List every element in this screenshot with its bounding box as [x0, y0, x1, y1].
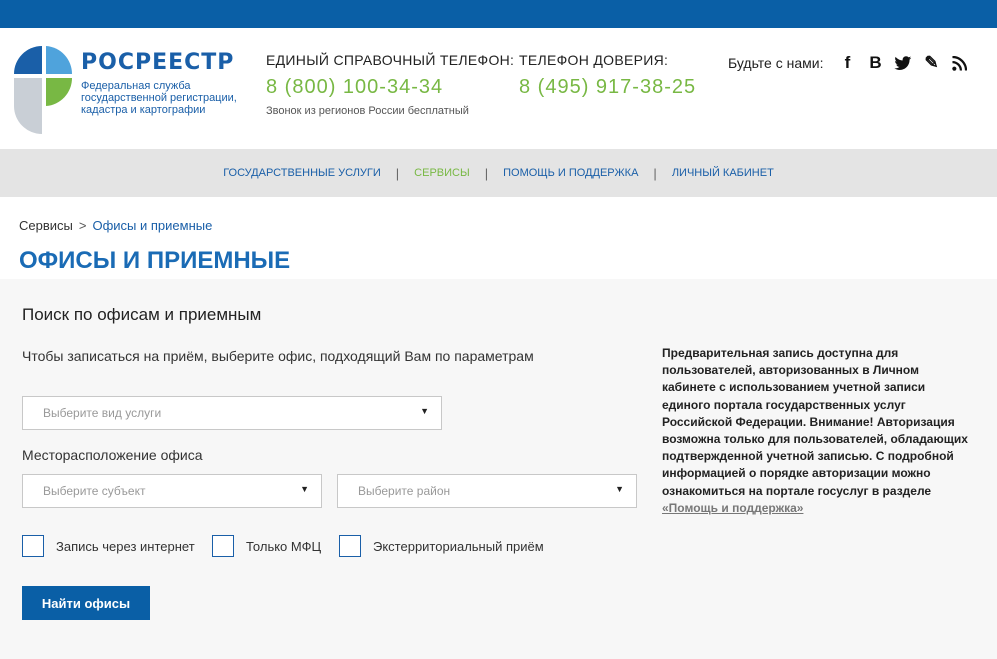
nav-item-state-services[interactable]: ГОСУДАРСТВЕННЫЕ УСЛУГИ: [223, 167, 381, 179]
breadcrumb-separator: >: [78, 218, 87, 233]
extraterritorial-label[interactable]: Экстерриториальный приём: [373, 539, 544, 554]
extraterritorial-checkbox-row: Экстерриториальный приём: [339, 535, 544, 557]
find-offices-button[interactable]: Найти офисы: [22, 586, 150, 620]
service-select-placeholder: Выберите вид услуги: [43, 406, 162, 420]
helpline-title: ЕДИНЫЙ СПРАВОЧНЫЙ ТЕЛЕФОН:: [266, 52, 515, 68]
breadcrumb-root[interactable]: Сервисы: [19, 218, 73, 233]
mfc-only-checkbox[interactable]: [212, 535, 234, 557]
notice-text: Предварительная запись доступна для поль…: [662, 346, 968, 498]
twitter-icon[interactable]: [889, 52, 917, 74]
dropdown-arrow-icon: ▼: [300, 484, 309, 494]
extraterritorial-checkbox[interactable]: [339, 535, 361, 557]
breadcrumb: Сервисы > Офисы и приемные: [19, 218, 212, 233]
brand-name[interactable]: РОСРЕЕСТР: [81, 50, 234, 75]
search-title: Поиск по офисам и приемным: [22, 305, 262, 324]
page-title: ОФИСЫ И ПРИЕМНЫЕ: [19, 247, 291, 274]
location-label: Месторасположение офиса: [22, 447, 203, 463]
search-panel: Поиск по офисам и приемным Чтобы записат…: [0, 279, 997, 659]
district-select[interactable]: Выберите район ▼: [337, 474, 637, 508]
trust-line-number[interactable]: 8 (495) 917-38-25: [519, 76, 696, 99]
site-header: РОСРЕЕСТР Федеральная служба государстве…: [0, 28, 997, 149]
top-color-bar: [0, 0, 997, 28]
rosreestr-logo[interactable]: [12, 44, 74, 136]
online-booking-checkbox-row: Запись через интернет: [22, 535, 195, 557]
helpline-note: Звонок из регионов России бесплатный: [266, 105, 469, 117]
livejournal-icon[interactable]: ✎: [917, 52, 945, 74]
nav-separator: |: [484, 165, 489, 181]
trust-line-block: ТЕЛЕФОН ДОВЕРИЯ: 8 (495) 917-38-25: [519, 52, 696, 99]
facebook-icon[interactable]: f: [833, 52, 861, 74]
nav-separator: |: [653, 165, 657, 181]
social-links: Будьте с нами: f B ✎: [728, 52, 973, 74]
online-booking-checkbox[interactable]: [22, 535, 44, 557]
social-label: Будьте с нами:: [728, 55, 824, 71]
mfc-only-checkbox-row: Только МФЦ: [212, 535, 321, 557]
helpline-number[interactable]: 8 (800) 100-34-34: [266, 76, 514, 99]
rss-icon[interactable]: [945, 52, 973, 74]
mfc-only-label[interactable]: Только МФЦ: [246, 539, 321, 554]
nav-item-help[interactable]: ПОМОЩЬ И ПОДДЕРЖКА: [503, 167, 638, 179]
district-select-placeholder: Выберите район: [358, 484, 451, 498]
vkontakte-icon[interactable]: B: [861, 52, 889, 74]
subject-select-placeholder: Выберите субъект: [43, 484, 146, 498]
online-booking-label[interactable]: Запись через интернет: [56, 539, 195, 554]
trust-line-title: ТЕЛЕФОН ДОВЕРИЯ:: [519, 52, 669, 68]
booking-notice: Предварительная запись доступна для поль…: [662, 345, 972, 517]
dropdown-arrow-icon: ▼: [615, 484, 624, 494]
main-nav: ГОСУДАРСТВЕННЫЕ УСЛУГИ | СЕРВИСЫ | ПОМОЩ…: [0, 149, 997, 197]
service-select[interactable]: Выберите вид услуги ▼: [22, 396, 442, 430]
breadcrumb-current[interactable]: Офисы и приемные: [92, 218, 212, 233]
helpline-block: ЕДИНЫЙ СПРАВОЧНЫЙ ТЕЛЕФОН: 8 (800) 100-3…: [266, 52, 514, 117]
brand-subtitle: Федеральная служба государственной регис…: [81, 80, 237, 116]
help-support-link[interactable]: «Помощь и поддержка»: [662, 501, 803, 515]
nav-separator: |: [395, 165, 400, 181]
nav-item-services[interactable]: СЕРВИСЫ: [414, 167, 470, 179]
nav-item-account[interactable]: ЛИЧНЫЙ КАБИНЕТ: [672, 167, 774, 179]
dropdown-arrow-icon: ▼: [420, 406, 429, 416]
search-hint: Чтобы записаться на приём, выберите офис…: [22, 348, 534, 364]
subject-select[interactable]: Выберите субъект ▼: [22, 474, 322, 508]
